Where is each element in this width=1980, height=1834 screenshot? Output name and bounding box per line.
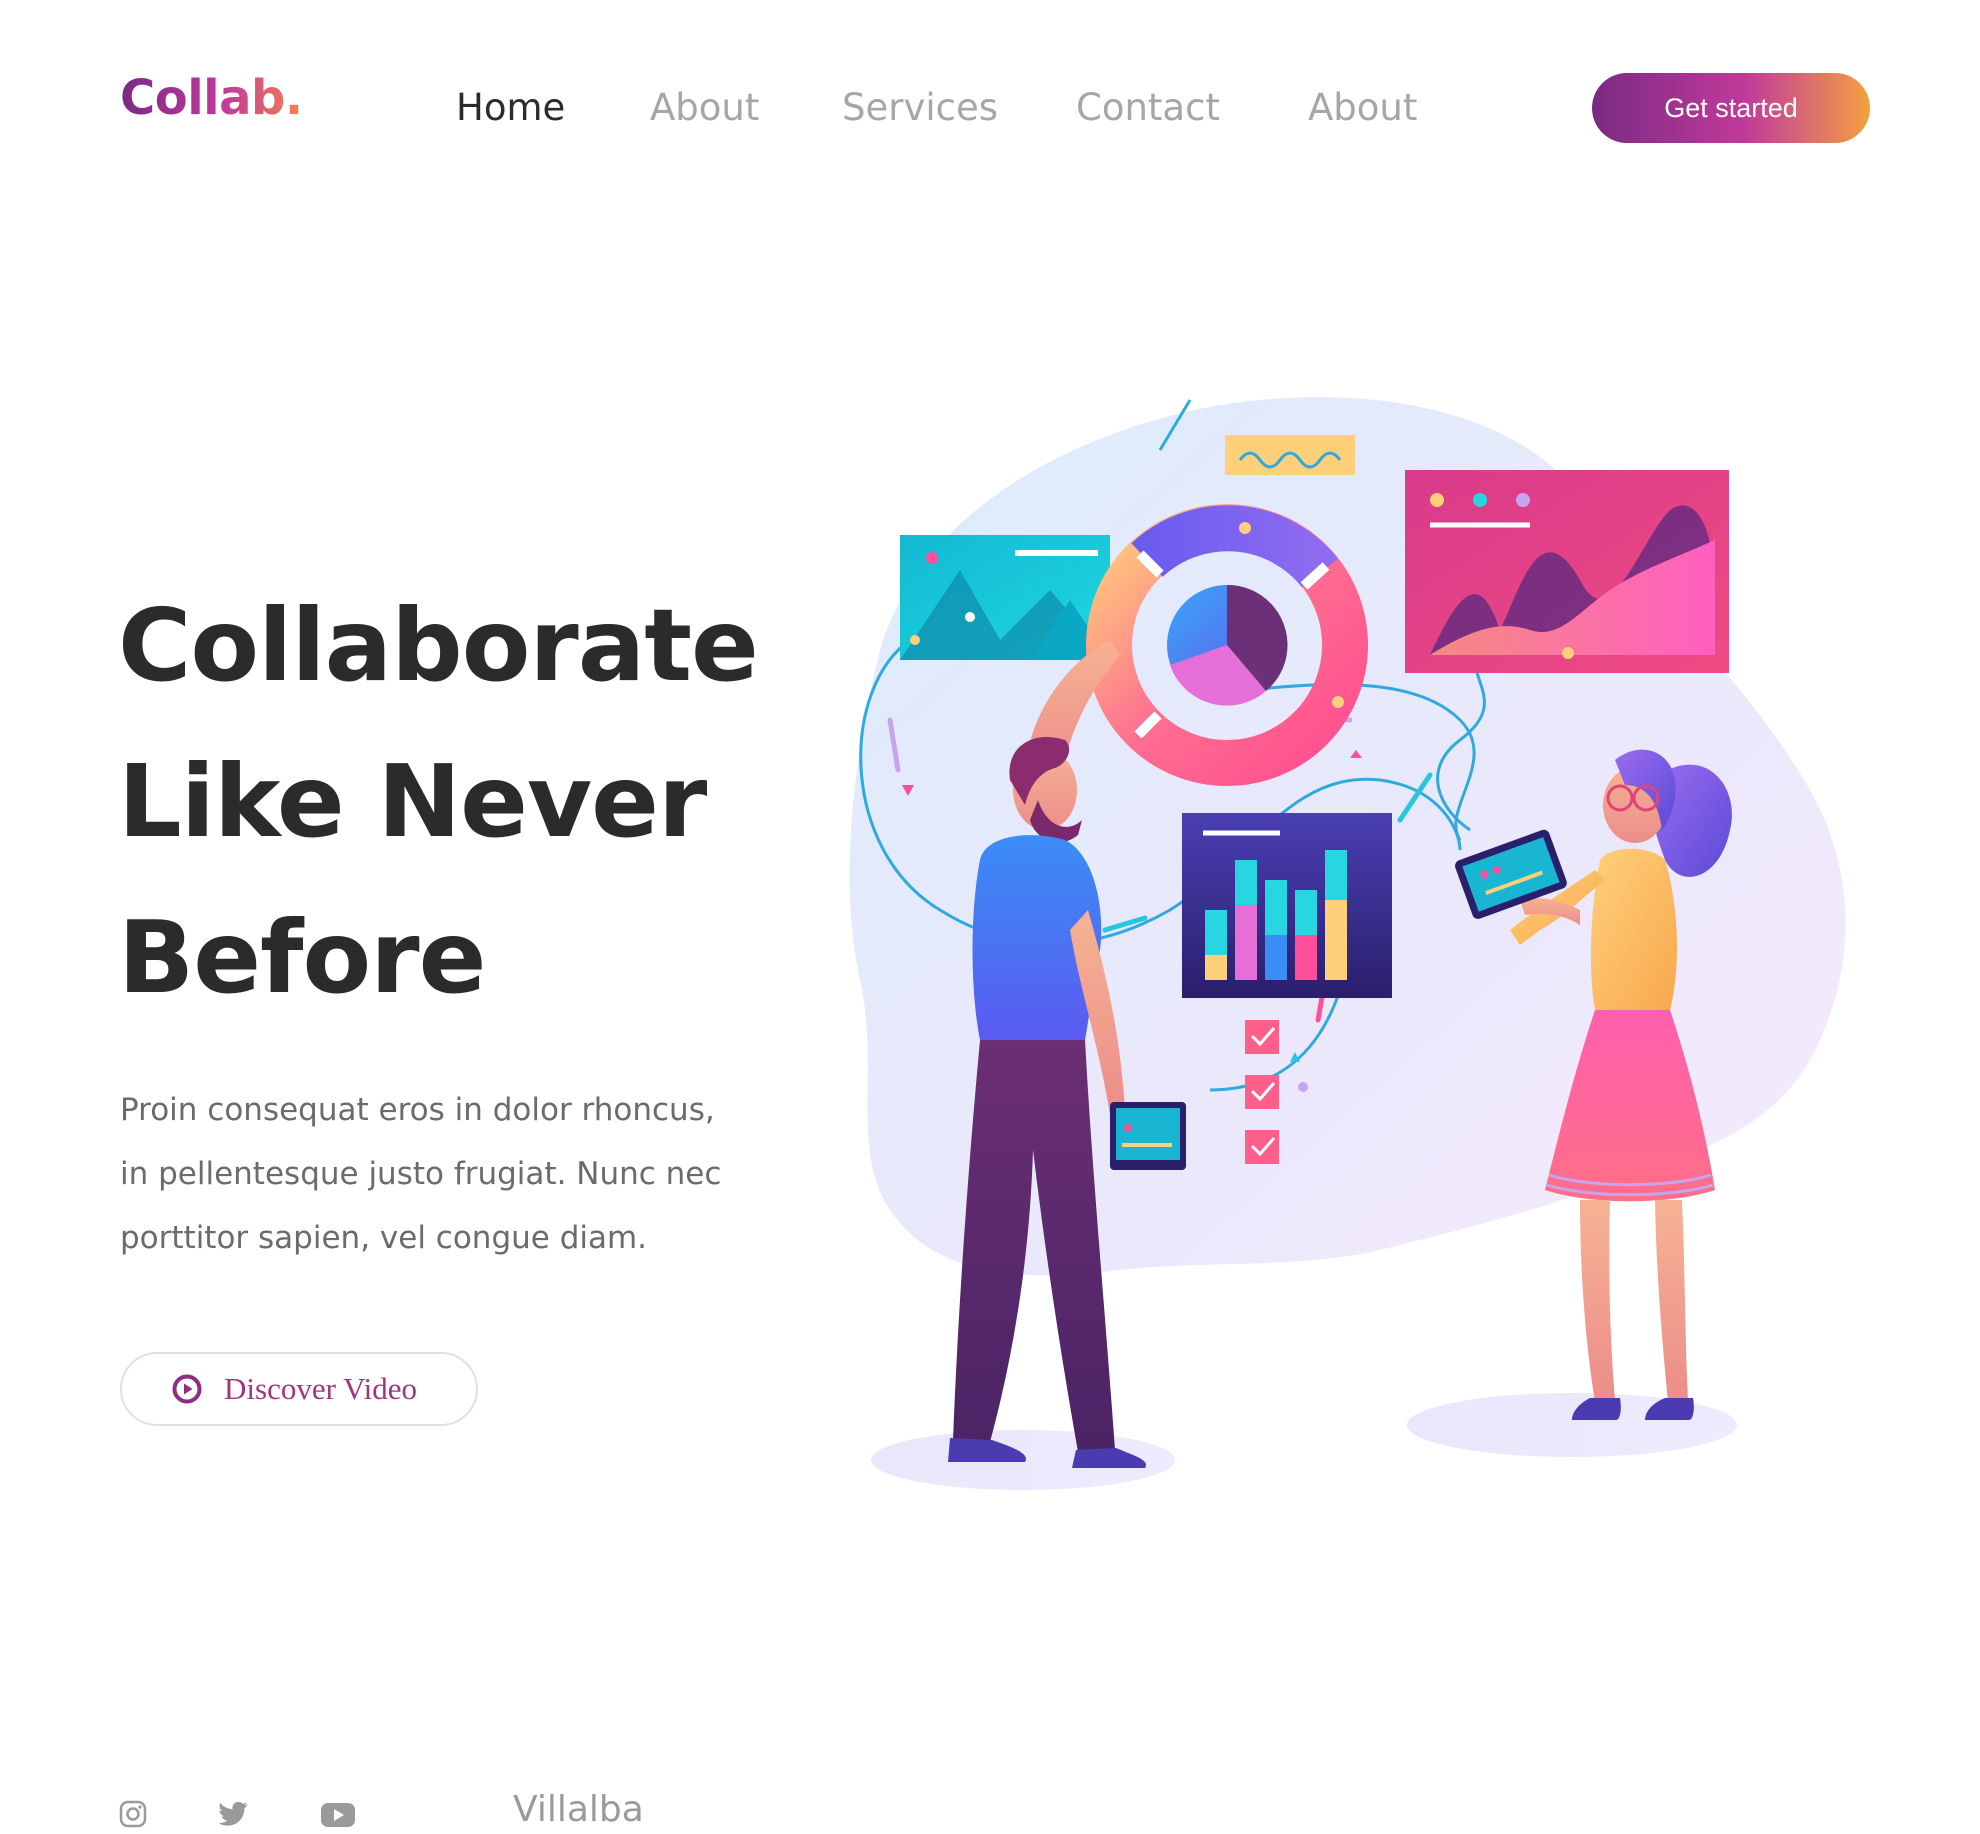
hero-description: Proin consequat eros in dolor rhoncus, i… <box>120 1078 760 1270</box>
twitter-icon[interactable] <box>218 1798 250 1830</box>
discover-video-label: Discover Video <box>224 1371 417 1406</box>
hero-description-line-1: Proin consequat eros in dolor rhoncus, <box>120 1092 715 1128</box>
youtube-icon[interactable] <box>320 1798 356 1830</box>
nav-item-about[interactable]: About <box>650 84 842 132</box>
main-nav: Home About Services Contact About <box>456 84 1468 132</box>
logo[interactable]: Collab. <box>120 74 303 122</box>
hero-description-line-3: porttitor sapien, vel congue diam. <box>120 1220 648 1256</box>
team-collaboration-illustration <box>849 397 1846 1490</box>
area-chart-graphic <box>1405 470 1729 673</box>
hero-title-line-1: Collaborate <box>118 587 759 704</box>
instagram-icon[interactable] <box>118 1798 148 1830</box>
nav-item-contact[interactable]: Contact <box>1076 84 1308 132</box>
image-card-graphic <box>900 535 1110 660</box>
nav-item-home[interactable]: Home <box>456 84 650 132</box>
play-circle-icon <box>172 1374 202 1404</box>
footer-brand: Villalba <box>513 1789 644 1830</box>
nav-item-about-2[interactable]: About <box>1308 84 1468 132</box>
get-started-button[interactable]: Get started <box>1592 73 1870 143</box>
hero-title: Collaborate Like Never Before <box>118 568 818 1036</box>
hero-title-line-3: Before <box>118 899 486 1016</box>
discover-video-button[interactable]: Discover Video <box>120 1352 478 1426</box>
hero-description-line-2: in pellentesque justo frugiat. Nunc nec <box>120 1156 722 1192</box>
bar-chart-graphic <box>1182 813 1392 998</box>
hero-title-line-2: Like Never <box>118 743 707 860</box>
nav-item-services[interactable]: Services <box>842 84 1076 132</box>
